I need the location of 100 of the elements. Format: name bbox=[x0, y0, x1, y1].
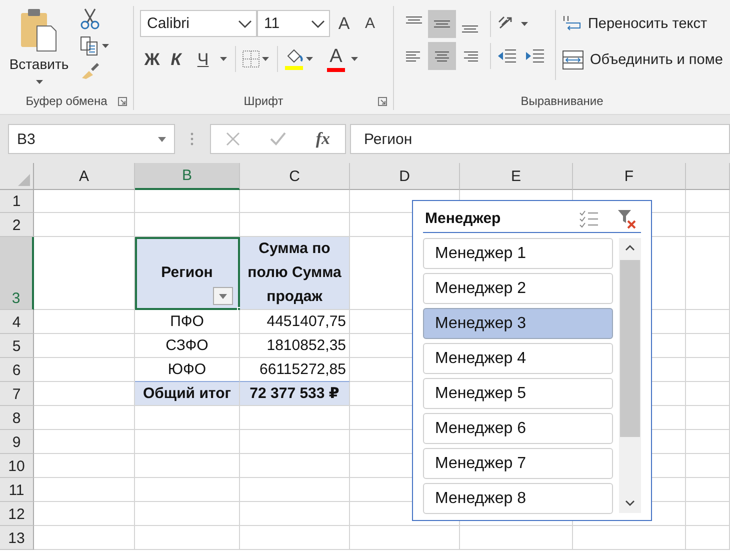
empty-cell[interactable] bbox=[686, 526, 730, 550]
empty-cell[interactable] bbox=[686, 406, 730, 430]
row-header[interactable]: 2 bbox=[0, 213, 34, 237]
caret-icon[interactable] bbox=[36, 80, 42, 84]
scrollbar[interactable] bbox=[619, 238, 641, 513]
empty-cell[interactable] bbox=[240, 430, 350, 454]
empty-cell[interactable] bbox=[240, 190, 350, 213]
column-header[interactable]: A bbox=[34, 163, 135, 190]
shrink-font-button[interactable]: A bbox=[358, 10, 382, 36]
caret-icon[interactable] bbox=[158, 136, 166, 142]
empty-cell[interactable] bbox=[135, 526, 240, 550]
insert-function-button[interactable]: fx bbox=[316, 129, 330, 149]
row-header[interactable]: 7 bbox=[0, 382, 34, 406]
paintbrush-icon[interactable] bbox=[80, 62, 100, 80]
chevron-down-icon[interactable] bbox=[311, 20, 325, 28]
column-header[interactable] bbox=[686, 163, 730, 190]
empty-cell[interactable] bbox=[686, 478, 730, 502]
slicer-item[interactable]: Менеджер 2 bbox=[423, 273, 613, 304]
empty-cell[interactable] bbox=[686, 310, 730, 334]
empty-cell[interactable] bbox=[135, 406, 240, 430]
empty-cell[interactable] bbox=[240, 454, 350, 478]
empty-cell[interactable] bbox=[240, 478, 350, 502]
select-all-button[interactable] bbox=[0, 163, 34, 190]
row-header[interactable]: 10 bbox=[0, 454, 34, 478]
caret-icon[interactable] bbox=[262, 57, 269, 61]
row-header[interactable]: 13 bbox=[0, 526, 34, 550]
empty-cell[interactable] bbox=[686, 334, 730, 358]
formula-field[interactable]: Регион bbox=[350, 124, 730, 154]
column-header[interactable]: C bbox=[240, 163, 350, 190]
row-header[interactable]: 3 bbox=[0, 237, 34, 310]
row-header[interactable]: 12 bbox=[0, 502, 34, 526]
empty-cell[interactable] bbox=[460, 526, 573, 550]
empty-cell[interactable] bbox=[135, 478, 240, 502]
empty-cell[interactable] bbox=[686, 382, 730, 406]
copy-icon[interactable] bbox=[80, 36, 100, 56]
empty-cell[interactable] bbox=[686, 430, 730, 454]
caret-icon[interactable] bbox=[521, 22, 528, 26]
empty-cell[interactable] bbox=[686, 190, 730, 213]
caret-icon[interactable] bbox=[102, 44, 109, 48]
empty-cell[interactable] bbox=[573, 526, 686, 550]
font-name-dropdown[interactable]: Calibri bbox=[140, 10, 257, 37]
slicer-item[interactable]: Менеджер 5 bbox=[423, 378, 613, 409]
empty-cell[interactable] bbox=[686, 358, 730, 382]
italic-button[interactable]: К bbox=[164, 46, 188, 72]
decrease-indent-icon[interactable] bbox=[497, 47, 517, 65]
cancel-icon[interactable] bbox=[226, 132, 240, 146]
drag-handle-icon[interactable] bbox=[190, 132, 194, 146]
slicer-item[interactable]: Менеджер 4 bbox=[423, 343, 613, 374]
row-header[interactable]: 11 bbox=[0, 478, 34, 502]
pivot-header-cell[interactable]: Регион bbox=[135, 237, 240, 310]
scissors-icon[interactable] bbox=[80, 8, 100, 30]
row-header[interactable]: 4 bbox=[0, 310, 34, 334]
row-header[interactable]: 5 bbox=[0, 334, 34, 358]
merge-cells-button[interactable]: Объединить и поме bbox=[562, 46, 723, 74]
scrollbar-thumb[interactable] bbox=[620, 260, 640, 437]
fill-color-button[interactable] bbox=[284, 48, 304, 70]
caret-icon[interactable] bbox=[351, 57, 358, 61]
empty-cell[interactable] bbox=[135, 190, 240, 213]
empty-cell[interactable] bbox=[686, 213, 730, 237]
empty-cell[interactable] bbox=[135, 502, 240, 526]
column-header[interactable]: F bbox=[573, 163, 686, 190]
row-header[interactable]: 8 bbox=[0, 406, 34, 430]
font-color-button[interactable]: A bbox=[323, 46, 349, 72]
bold-button[interactable]: Ж bbox=[140, 46, 164, 72]
chevron-down-icon[interactable] bbox=[238, 20, 252, 28]
caret-icon[interactable] bbox=[306, 57, 313, 61]
clear-filter-icon[interactable] bbox=[617, 208, 637, 228]
slicer-item[interactable]: Менеджер 6 bbox=[423, 413, 613, 444]
grow-font-button[interactable]: A bbox=[330, 10, 358, 36]
dialog-launcher-icon[interactable] bbox=[118, 97, 127, 106]
font-size-dropdown[interactable]: 11 bbox=[257, 10, 330, 37]
filter-dropdown-button[interactable] bbox=[213, 287, 233, 305]
caret-icon[interactable] bbox=[220, 57, 227, 61]
empty-cell[interactable] bbox=[240, 526, 350, 550]
empty-cell[interactable] bbox=[686, 454, 730, 478]
slicer-item[interactable]: Менеджер 7 bbox=[423, 448, 613, 479]
row-header[interactable]: 6 bbox=[0, 358, 34, 382]
increase-indent-icon[interactable] bbox=[525, 47, 545, 65]
empty-cell[interactable] bbox=[350, 526, 460, 550]
slicer-item[interactable]: Менеджер 8 bbox=[423, 483, 613, 514]
slicer-item[interactable]: Менеджер 1 bbox=[423, 238, 613, 269]
column-header[interactable]: D bbox=[350, 163, 460, 190]
empty-cell[interactable] bbox=[686, 237, 730, 310]
empty-cell[interactable] bbox=[240, 502, 350, 526]
empty-cell[interactable] bbox=[240, 406, 350, 430]
column-header[interactable]: B bbox=[135, 163, 240, 190]
empty-cell[interactable] bbox=[135, 430, 240, 454]
empty-cell[interactable] bbox=[686, 502, 730, 526]
wrap-text-button[interactable]: Переносить текст bbox=[562, 10, 723, 38]
row-header[interactable]: 1 bbox=[0, 190, 34, 213]
name-box[interactable]: B3 bbox=[8, 124, 175, 154]
multi-select-icon[interactable] bbox=[579, 210, 599, 228]
row-header[interactable]: 9 bbox=[0, 430, 34, 454]
column-header[interactable]: E bbox=[460, 163, 573, 190]
slicer-item[interactable]: Менеджер 3 bbox=[423, 308, 613, 339]
paste-button[interactable]: Вставить bbox=[6, 6, 72, 92]
empty-cell[interactable] bbox=[135, 454, 240, 478]
underline-button[interactable]: Ч bbox=[188, 46, 218, 72]
dialog-launcher-icon[interactable] bbox=[378, 97, 387, 106]
borders-icon[interactable] bbox=[242, 50, 260, 68]
